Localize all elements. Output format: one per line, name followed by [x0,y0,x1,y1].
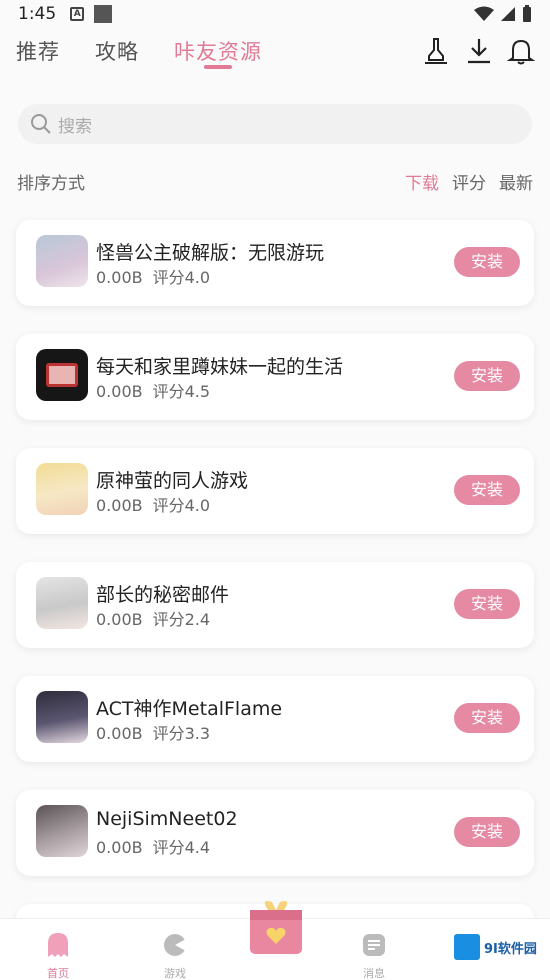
app-thumbnail [36,463,88,515]
install-button[interactable]: 安装 [454,247,520,277]
bottom-nav-label: 首页 [47,967,69,980]
notification-a-icon: A [70,7,85,21]
gift-icon[interactable] [248,896,304,956]
wifi-icon [474,6,494,21]
install-button[interactable]: 安装 [454,361,520,391]
status-bar: 1:45 A [0,0,550,28]
app-name: NejiSimNeet02 [96,808,238,830]
app-name: 原神萤的同人游戏 [96,470,249,492]
bell-icon[interactable] [506,36,536,66]
app-name: 每天和家里蹲妹妹一起的生活 [96,356,344,378]
app-thumbnail [36,235,88,287]
broom-icon[interactable] [421,36,451,66]
app-rating: 评分4.4 [152,838,211,857]
watermark-box-icon [454,934,480,960]
app-card[interactable]: 部长的秘密邮件 0.00B 评分2.4 安装 [16,562,534,648]
app-rating: 评分4.0 [152,268,211,287]
app-size: 0.00B [96,610,143,629]
sort-by-downloads[interactable]: 下载 [405,169,439,194]
tab-guides[interactable]: 攻略 [95,36,139,66]
bottom-nav-label: 消息 [363,967,385,980]
app-name: 部长的秘密邮件 [96,584,230,606]
app-card[interactable]: NejiSimNeet02 0.00B 评分4.4 安装 [16,790,534,876]
search-bar[interactable]: 搜索 [18,104,532,144]
signal-icon [501,7,515,21]
app-meta: 0.00B 评分4.0 [96,492,210,516]
app-size: 0.00B [96,496,143,515]
gamepad-icon [164,934,186,956]
bottom-nav-messages[interactable]: 消息 [334,923,414,980]
app-size: 0.00B [96,838,143,857]
bottom-nav-games[interactable]: 游戏 [135,923,215,980]
install-button[interactable]: 安装 [454,703,520,733]
message-icon [363,934,385,956]
app-rating: 评分4.5 [152,382,211,401]
sort-row: 排序方式 下载 评分 最新 [0,164,550,198]
sort-by-newest[interactable]: 最新 [499,169,533,194]
sort-by-rating[interactable]: 评分 [452,169,486,194]
app-thumbnail [36,577,88,629]
app-card[interactable]: 每天和家里蹲妹妹一起的生活 0.00B 评分4.5 安装 [16,334,534,420]
active-tab-indicator [204,65,232,69]
notification-square-icon [94,5,113,23]
bottom-nav-label: 游戏 [164,967,186,980]
ghost-icon [48,933,68,957]
app-meta: 0.00B 评分2.4 [96,606,210,630]
app-size: 0.00B [96,268,143,287]
tab-recommend[interactable]: 推荐 [16,36,60,66]
watermark-text: 9I软件园 [484,941,537,957]
install-button[interactable]: 安装 [454,589,520,619]
sort-label: 排序方式 [17,174,85,194]
install-button[interactable]: 安装 [454,817,520,847]
search-icon [31,114,51,134]
app-card[interactable]: 原神萤的同人游戏 0.00B 评分4.0 安装 [16,448,534,534]
install-button[interactable]: 安装 [454,475,520,505]
app-name: ACT神作MetalFlame [96,698,283,720]
status-time: 1:45 [18,4,57,24]
app-rating: 评分3.3 [152,724,211,743]
app-thumbnail [36,349,88,401]
app-thumbnail [36,691,88,743]
app-thumbnail [36,805,88,857]
bottom-nav-home[interactable]: 首页 [18,923,98,980]
app-meta: 0.00B 评分4.4 [96,834,210,858]
top-navigation: 推荐 攻略 咔友资源 [0,28,550,80]
app-card[interactable]: ACT神作MetalFlame 0.00B 评分3.3 安装 [16,676,534,762]
tab-resources[interactable]: 咔友资源 [174,36,262,66]
app-size: 0.00B [96,724,143,743]
app-meta: 0.00B 评分4.5 [96,378,210,402]
search-input[interactable]: 搜索 [58,112,92,137]
app-meta: 0.00B 评分3.3 [96,720,210,744]
app-card[interactable]: 怪兽公主破解版：无限游玩 0.00B 评分4.0 安装 [16,220,534,306]
app-size: 0.00B [96,382,143,401]
app-meta: 0.00B 评分4.0 [96,264,210,288]
app-rating: 评分2.4 [152,610,211,629]
app-name: 怪兽公主破解版：无限游玩 [96,242,325,264]
watermark-logo: 9I软件园 [454,932,542,962]
download-icon[interactable] [464,36,494,66]
app-rating: 评分4.0 [152,496,211,515]
battery-icon [523,5,531,22]
